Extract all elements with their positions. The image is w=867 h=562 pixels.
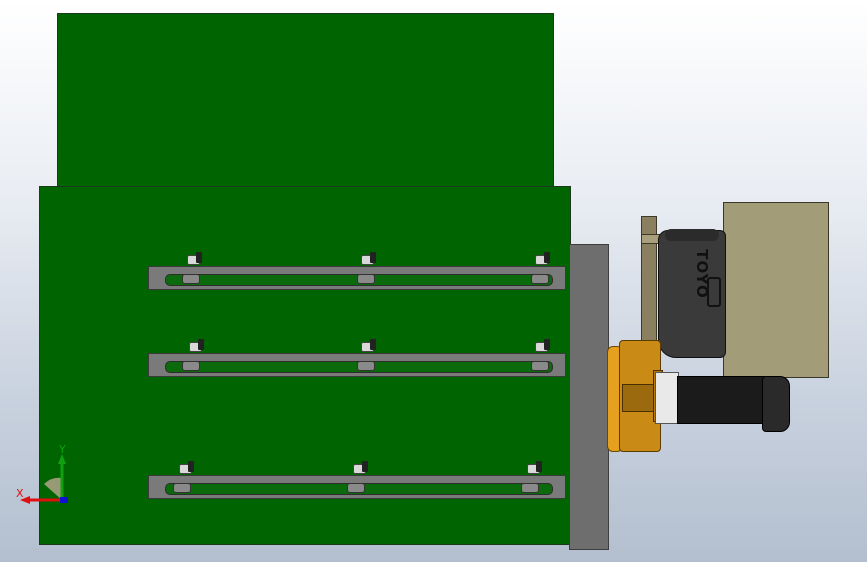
servo-motor [677, 376, 765, 424]
slider-block [182, 361, 200, 371]
air-fitting-icon [179, 461, 195, 474]
gearbox-window [707, 277, 721, 307]
rail-3 [148, 461, 566, 499]
slider-block [531, 274, 549, 284]
y-axis-label: Y [59, 443, 66, 456]
gray-mounting-plate [569, 244, 609, 550]
air-fitting-icon [353, 461, 369, 474]
rail-1 [148, 252, 566, 290]
air-fitting-icon [527, 461, 543, 474]
air-fitting-icon [361, 252, 377, 265]
coordinate-triad: Y X [14, 440, 74, 510]
air-fitting-icon [187, 252, 203, 265]
slider-block [173, 483, 191, 493]
x-axis-label: X [16, 487, 24, 500]
slider-block [357, 274, 375, 284]
motor-end-cap [762, 376, 790, 432]
tan-housing-box [723, 202, 829, 378]
air-fitting-icon [535, 339, 551, 352]
motor-nameplate [655, 372, 679, 424]
rail-2 [148, 339, 566, 377]
slider-block [347, 483, 365, 493]
upper-green-panel [57, 13, 554, 189]
air-fitting-icon [535, 252, 551, 265]
gearbox-cap [665, 229, 719, 241]
slider-block [521, 483, 539, 493]
gearbox-housing: TOYO [658, 229, 726, 358]
slider-block [531, 361, 549, 371]
air-fitting-icon [189, 339, 205, 352]
slider-block [182, 274, 200, 284]
slider-block [357, 361, 375, 371]
z-axis-marker [60, 497, 68, 503]
air-fitting-icon [361, 339, 377, 352]
